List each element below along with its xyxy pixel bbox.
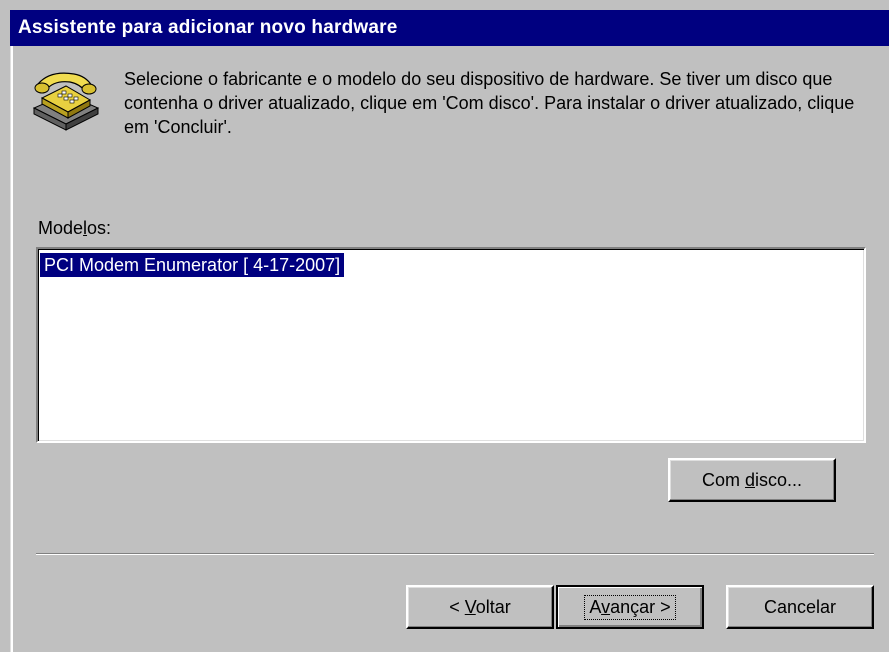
have-disk-label: Com disco... bbox=[701, 469, 803, 490]
back-button[interactable]: < Voltar bbox=[406, 585, 554, 629]
instructions-text: Selecione o fabricante e o modelo do seu… bbox=[124, 69, 855, 137]
window-title: Assistente para adicionar novo hardware bbox=[18, 17, 398, 38]
back-label: < Voltar bbox=[449, 596, 511, 617]
models-listbox[interactable]: PCI Modem Enumerator [ 4-17-2007] bbox=[36, 247, 866, 443]
have-disk-button[interactable]: Com disco... bbox=[668, 458, 836, 502]
cancel-label: Cancelar bbox=[763, 596, 837, 617]
cancel-button[interactable]: Cancelar bbox=[726, 585, 874, 629]
telephone-modem-icon bbox=[30, 68, 102, 134]
models-label: Modelos: bbox=[38, 218, 112, 238]
title-bar[interactable]: Assistente para adicionar novo hardware bbox=[10, 10, 889, 46]
wizard-window: Assistente para adicionar novo hardware … bbox=[0, 0, 889, 652]
next-label: Avançar > bbox=[584, 594, 676, 620]
separator bbox=[36, 553, 874, 555]
list-item[interactable]: PCI Modem Enumerator [ 4-17-2007] bbox=[40, 253, 345, 277]
window-border bbox=[10, 46, 13, 652]
next-button[interactable]: Avançar > bbox=[556, 585, 704, 629]
